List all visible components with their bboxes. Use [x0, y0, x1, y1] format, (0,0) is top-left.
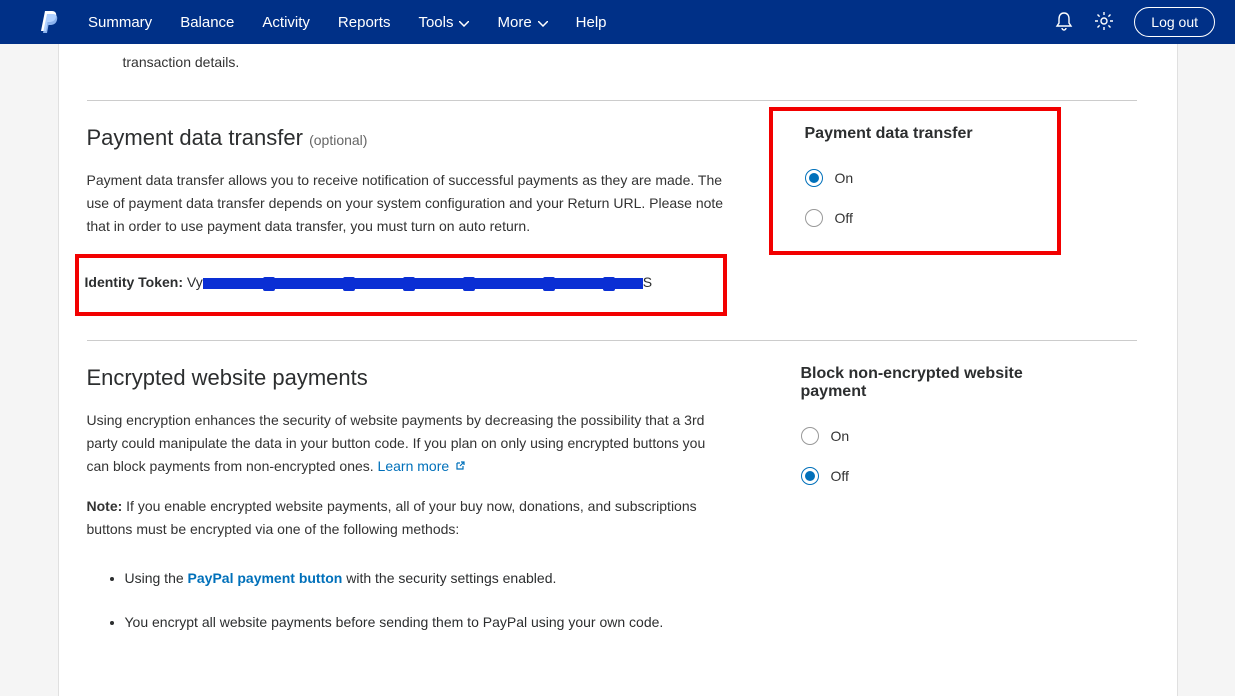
nav-activity[interactable]: Activity [262, 14, 310, 31]
radio-icon [805, 169, 823, 187]
pdt-radio-off[interactable]: Off [805, 209, 1045, 227]
external-link-icon [455, 455, 465, 465]
chevron-down-icon [538, 14, 548, 31]
divider [87, 340, 1137, 341]
list-item: You encrypt all website payments before … [125, 611, 727, 633]
radio-label-off: Off [831, 468, 849, 484]
settings-gear-icon[interactable] [1094, 11, 1114, 34]
pdt-title: Payment data transfer (optional) [87, 125, 727, 151]
identity-token-highlight: Identity Token: Vy S [75, 254, 727, 316]
radio-icon [801, 427, 819, 445]
page-container: transaction details. Payment data transf… [58, 44, 1178, 696]
ewp-note: Note: If you enable encrypted website pa… [87, 495, 727, 541]
ewp-left: Encrypted website payments Using encrypt… [87, 365, 727, 655]
nav-tools[interactable]: Tools [418, 14, 469, 31]
radio-label-on: On [831, 428, 850, 444]
nav-help[interactable]: Help [576, 14, 607, 31]
identity-token-label: Identity Token: [85, 274, 184, 290]
nav-right: Log out [1054, 7, 1215, 37]
ewp-right-heading: Block non-encrypted website payment [801, 365, 1047, 401]
radio-label-off: Off [835, 210, 853, 226]
nav-links: Summary Balance Activity Reports Tools M… [88, 14, 1054, 31]
pdt-description: Payment data transfer allows you to rece… [87, 169, 727, 238]
token-redacted [203, 278, 643, 289]
previous-section-fragment: transaction details. [87, 44, 1137, 90]
radio-icon [801, 467, 819, 485]
encrypted-payments-section: Encrypted website payments Using encrypt… [87, 365, 1137, 655]
nav-reports[interactable]: Reports [338, 14, 391, 31]
optional-tag: (optional) [309, 132, 367, 148]
pdt-right-heading: Payment data transfer [805, 125, 1045, 143]
ewp-title: Encrypted website payments [87, 365, 727, 391]
nav-summary[interactable]: Summary [88, 14, 152, 31]
pdt-options-highlight: Payment data transfer On Off [769, 107, 1061, 255]
payment-data-transfer-section: Payment data transfer (optional) Payment… [87, 125, 1137, 316]
ewp-right: Block non-encrypted website payment On O… [787, 365, 1047, 507]
ewp-radio-on[interactable]: On [801, 427, 1047, 445]
top-navbar: Summary Balance Activity Reports Tools M… [0, 0, 1235, 44]
token-suffix: S [643, 274, 652, 290]
radio-icon [805, 209, 823, 227]
pdt-radio-on[interactable]: On [805, 169, 1045, 187]
radio-label-on: On [835, 170, 854, 186]
logout-button[interactable]: Log out [1134, 7, 1215, 37]
pdt-left: Payment data transfer (optional) Payment… [87, 125, 727, 316]
paypal-logo-icon[interactable] [40, 11, 58, 33]
identity-token-row: Identity Token: Vy S [85, 270, 717, 294]
nav-balance[interactable]: Balance [180, 14, 234, 31]
nav-more[interactable]: More [497, 14, 547, 31]
ewp-description: Using encryption enhances the security o… [87, 409, 727, 478]
pdt-right: Payment data transfer On Off [787, 125, 1061, 255]
learn-more-link[interactable]: Learn more [378, 458, 465, 474]
ewp-radio-off[interactable]: Off [801, 467, 1047, 485]
list-item: Using the PayPal payment button with the… [125, 567, 727, 589]
token-prefix: Vy [187, 274, 203, 290]
divider [87, 100, 1137, 101]
chevron-down-icon [459, 14, 469, 31]
ewp-bullets: Using the PayPal payment button with the… [87, 567, 727, 634]
paypal-payment-button-link[interactable]: PayPal payment button [188, 570, 343, 586]
note-label: Note: [87, 498, 123, 514]
notifications-icon[interactable] [1054, 11, 1074, 34]
